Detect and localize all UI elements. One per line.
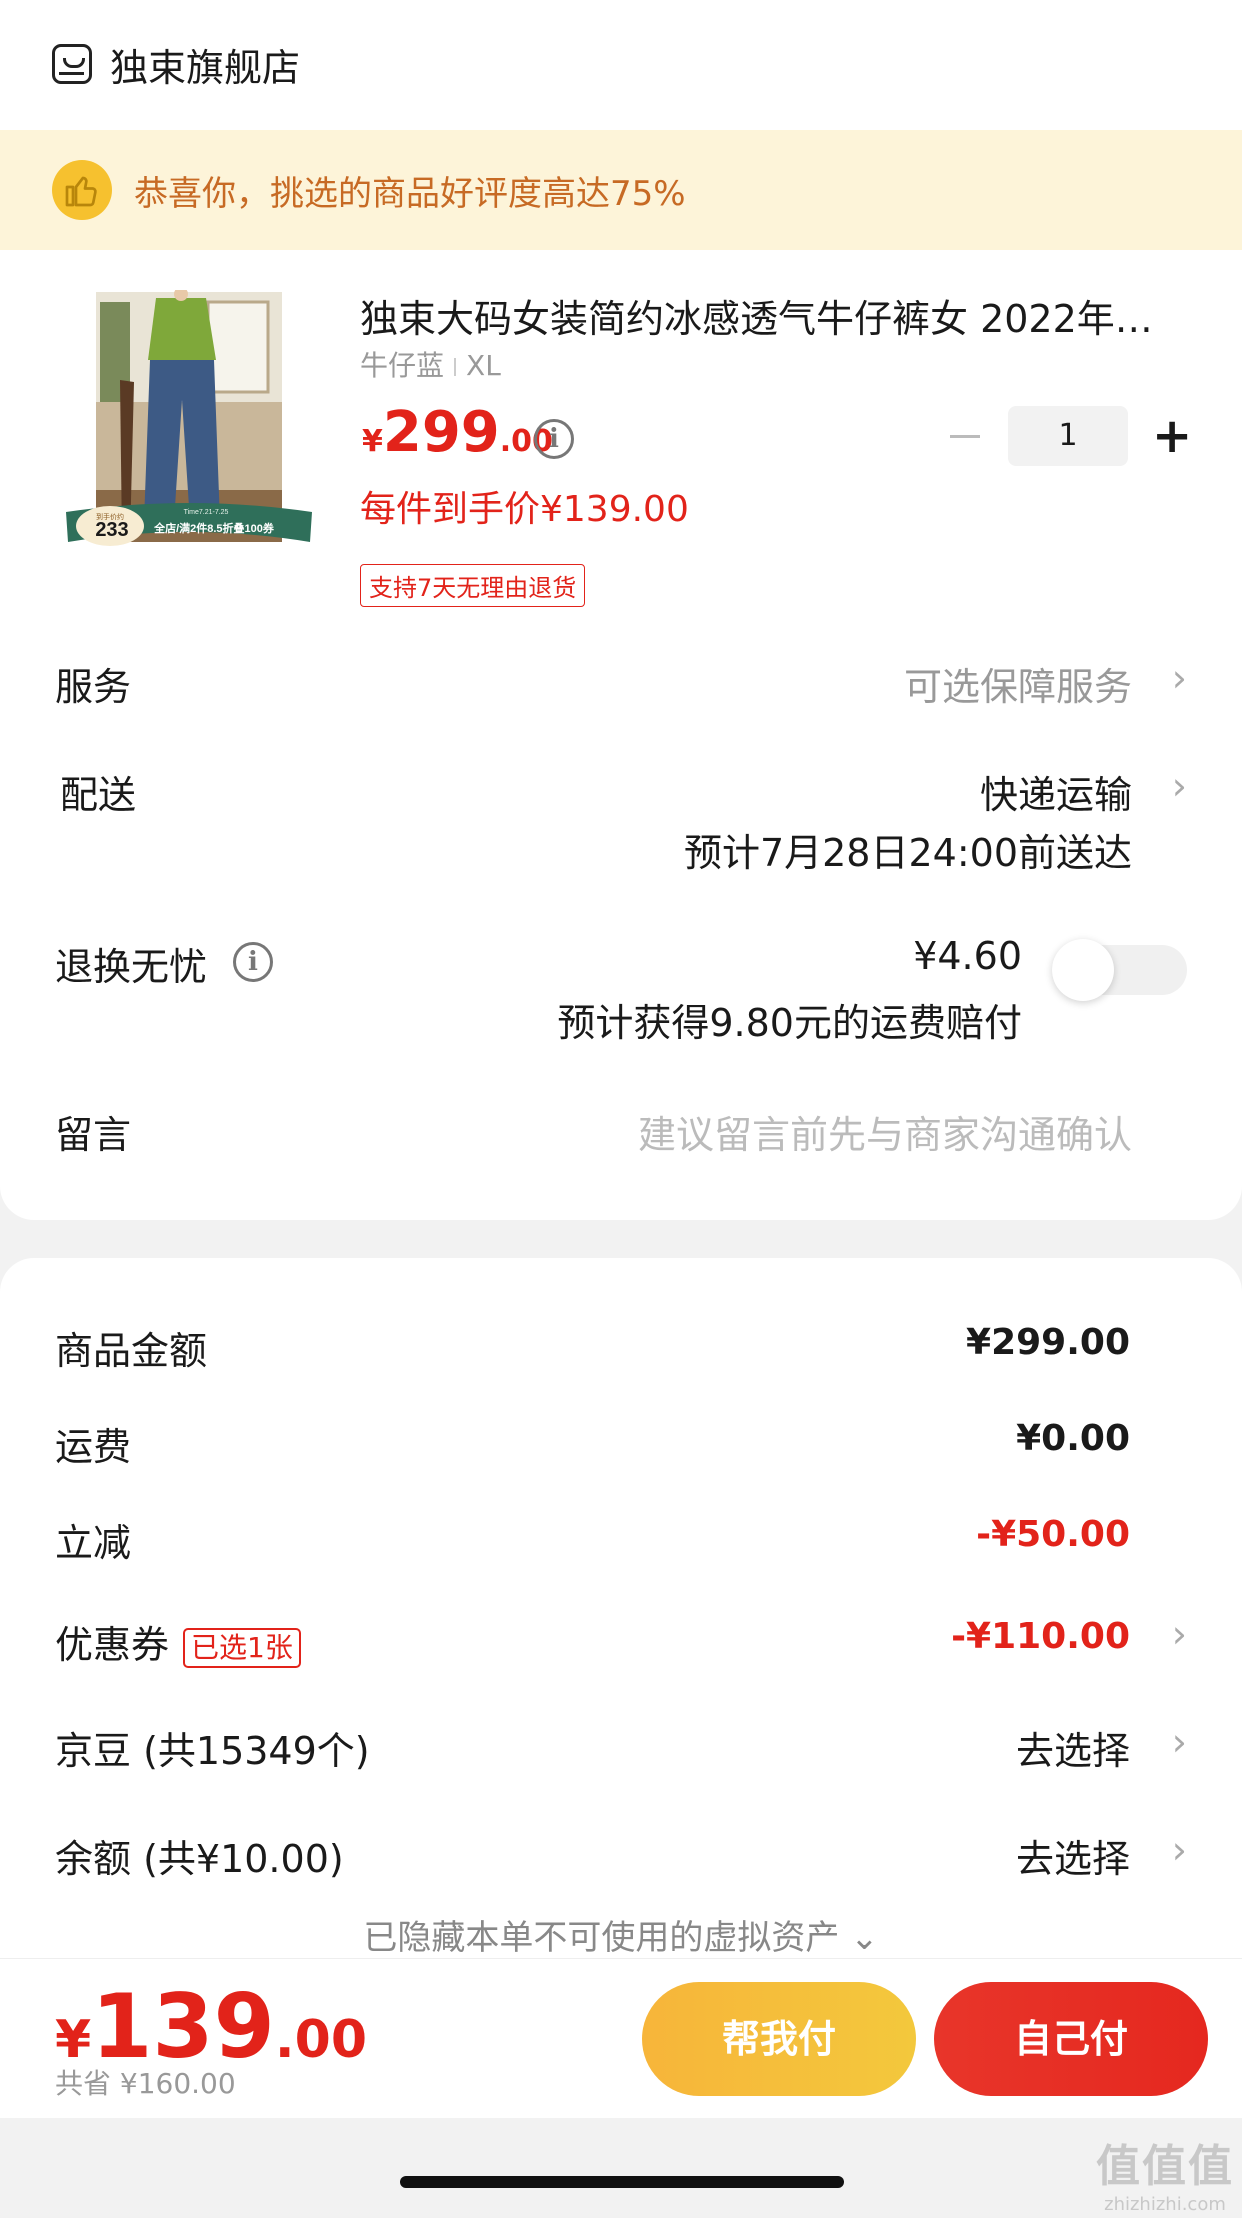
jingdou-value: 去选择: [1015, 1729, 1130, 1773]
spec-divider: [454, 358, 457, 376]
instant-discount-value: -¥50.00: [976, 1514, 1130, 1555]
quantity-plus-button[interactable]: +: [1152, 406, 1192, 466]
image-badge-price: 233: [95, 519, 128, 541]
delivery-label: 配送: [60, 773, 137, 817]
thumbs-up-icon: [52, 160, 112, 220]
quantity-minus-button[interactable]: [950, 434, 980, 438]
watermark-logo: 值值值: [1096, 2141, 1234, 2192]
chevron-right-icon: ›: [1171, 1720, 1187, 1764]
rating-banner: 恭喜你，挑选的商品好评度高达75%: [0, 130, 1242, 250]
delivery-method: 快递运输: [979, 773, 1132, 817]
balance-label: 余额 (共¥10.00): [55, 1837, 344, 1881]
coupon-label-group: 优惠券 已选1张: [55, 1614, 301, 1669]
shipping-label: 运费: [55, 1425, 132, 1469]
service-value: 可选保障服务: [903, 665, 1132, 709]
hand-price: 每件到手价¥139.00: [360, 489, 689, 530]
balance-value: 去选择: [1015, 1837, 1130, 1881]
coupon-selected-badge: 已选1张: [183, 1627, 301, 1668]
total-decimal: .00: [274, 2010, 368, 2070]
return-insurance-note: 预计获得9.80元的运费赔付: [557, 1001, 1022, 1045]
product-price: ¥299.00: [362, 400, 553, 465]
watermark: 值值值 zhizhizhi.com: [1096, 2130, 1234, 2215]
price-info-icon[interactable]: i: [534, 419, 574, 459]
watermark-url: zhizhizhi.com: [1104, 2194, 1226, 2215]
shipping-value: ¥0.00: [1016, 1418, 1130, 1459]
toggle-knob: [1052, 939, 1114, 1001]
image-badge-time: Time7.21-7.25: [184, 509, 229, 516]
total-currency: ¥: [55, 2010, 92, 2070]
return-policy-tag: 支持7天无理由退货: [360, 564, 586, 607]
image-badge-promo: 全店/满2件8.5折叠100券: [153, 521, 275, 535]
price-currency: ¥: [362, 424, 383, 459]
coupon-value: -¥110.00: [951, 1616, 1130, 1657]
return-insurance-toggle[interactable]: [1052, 939, 1187, 1001]
chevron-right-icon: ›: [1171, 656, 1187, 700]
product-image[interactable]: 到手价约 233 Time7.21-7.25 全店/满2件8.5折叠100券: [58, 287, 320, 562]
return-insurance-price: ¥4.60: [913, 934, 1022, 978]
jingdou-label: 京豆 (共15349个): [55, 1729, 370, 1773]
quantity-stepper: 1 +: [950, 406, 1192, 466]
home-indicator[interactable]: [400, 2176, 844, 2188]
self-pay-button[interactable]: 自己付: [934, 1982, 1208, 2096]
return-info-icon[interactable]: i: [233, 942, 273, 982]
quantity-input[interactable]: 1: [1008, 406, 1128, 466]
hidden-assets-toggle[interactable]: 已隐藏本单不可使用的虚拟资产 ⌄: [0, 1910, 1242, 1959]
product-title[interactable]: 独束大码女装简约冰感透气牛仔裤女 2022年夏季新款: [360, 288, 1180, 343]
shop-header[interactable]: 独束旗舰店: [52, 38, 300, 90]
goods-amount-value: ¥299.00: [966, 1322, 1130, 1363]
chevron-right-icon: ›: [1171, 764, 1187, 808]
return-insurance-label: 退换无忧: [55, 945, 208, 989]
message-label: 留言: [55, 1113, 132, 1157]
coupon-label: 优惠券: [55, 1623, 170, 1667]
price-integer: 299: [382, 400, 500, 465]
service-label: 服务: [55, 665, 132, 709]
delivery-eta: 预计7月28日24:00前送达: [683, 831, 1132, 875]
total-saved: 共省 ¥160.00: [55, 2067, 236, 2100]
product-spec[interactable]: 牛仔蓝 XL: [360, 344, 501, 384]
chevron-right-icon: ›: [1171, 1612, 1187, 1656]
message-input[interactable]: 建议留言前先与商家沟通确认: [638, 1104, 1132, 1159]
product-size: XL: [466, 349, 501, 382]
instant-discount-label: 立减: [55, 1521, 132, 1565]
goods-amount-label: 商品金额: [55, 1329, 208, 1373]
product-color: 牛仔蓝: [360, 349, 445, 382]
shop-name: 独束旗舰店: [110, 45, 301, 90]
store-icon: [52, 44, 92, 84]
help-pay-button[interactable]: 帮我付: [642, 1982, 916, 2096]
chevron-right-icon: ›: [1171, 1828, 1187, 1872]
banner-text: 恭喜你，挑选的商品好评度高达75%: [134, 173, 686, 214]
